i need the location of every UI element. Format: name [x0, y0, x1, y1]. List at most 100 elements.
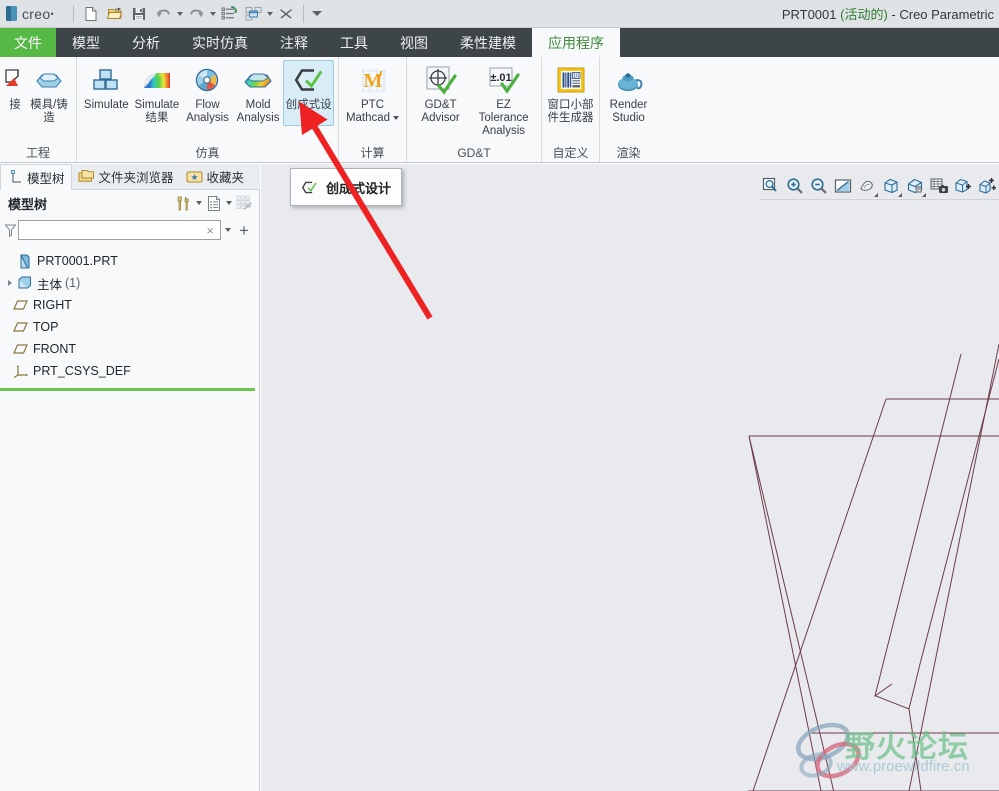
display-style-arrow-icon[interactable] — [898, 193, 902, 197]
tree-item-front[interactable]: FRONT — [0, 338, 259, 360]
customize-qat-icon[interactable] — [309, 3, 325, 25]
ribbon-group-calculation: M PTC Mathcad 计算 — [338, 57, 406, 162]
tree-item-top[interactable]: TOP — [0, 316, 259, 338]
body-icon — [16, 276, 34, 290]
model-tree-list: PRT0001.PRT 主体 (1) RIGHT TOP FRONT PRT_C… — [0, 244, 259, 391]
filter-dropdown-icon[interactable] — [221, 220, 235, 240]
graphics-toolbar-underline — [759, 199, 999, 200]
ribbon-item-gdt-advisor[interactable]: GD&T Advisor — [411, 60, 470, 125]
open-file-icon[interactable] — [104, 3, 126, 25]
graphics-toolbar — [759, 172, 999, 200]
view-manager-icon[interactable] — [927, 174, 951, 198]
zoom-out-icon[interactable] — [807, 174, 831, 198]
datum-plane-icon — [12, 299, 30, 311]
quick-access-toolbar — [79, 1, 325, 27]
ribbon-item-ez-tolerance[interactable]: ±.01 EZ Tolerance Analysis — [470, 60, 537, 138]
tab-flexible-modeling[interactable]: 柔性建模 — [444, 28, 532, 57]
mathcad-dropdown-icon[interactable] — [393, 115, 400, 120]
ribbon-item-ptc-mathcad[interactable]: M PTC Mathcad — [343, 60, 402, 125]
navtab-label-model-tree: 模型树 — [27, 171, 65, 186]
ribbon-item-weld[interactable]: 接 — [4, 60, 26, 112]
tooltip-text: 创成式设计 — [326, 180, 392, 196]
add-filter-button[interactable]: + — [235, 220, 253, 240]
tab-tools[interactable]: 工具 — [324, 28, 384, 57]
new-file-icon[interactable] — [80, 3, 102, 25]
redo-icon[interactable] — [185, 3, 207, 25]
favorites-icon — [186, 170, 203, 184]
weld-icon — [2, 63, 28, 97]
window-dropdown-icon[interactable] — [265, 3, 274, 25]
tab-analysis[interactable]: 分析 — [116, 28, 176, 57]
generative-design-icon — [301, 179, 318, 196]
ribbon-item-generative-design[interactable]: 创成式设计 — [283, 60, 334, 126]
tab-annotate[interactable]: 注释 — [264, 28, 324, 57]
undo-dropdown-icon[interactable] — [175, 3, 184, 25]
datum-display-arrow-icon[interactable] — [874, 193, 878, 197]
window-title-app: - Creo Parametric — [887, 7, 994, 22]
ribbon-label-render-studio: Render Studio — [609, 99, 648, 124]
datum-plane-icon — [12, 343, 30, 355]
ribbon-group-label-render: 渲染 — [616, 146, 641, 160]
svg-text:±.01: ±.01 — [490, 72, 511, 84]
save-icon[interactable] — [128, 3, 150, 25]
tree-display-dropdown-icon[interactable] — [223, 193, 234, 213]
ribbon-item-widget-generator[interactable]: 10 窗口小部件生成器 — [546, 60, 595, 125]
graphics-viewport[interactable]: 野火论坛 www.proewildfire.cn — [261, 164, 999, 791]
tree-item-count-body: (1) — [65, 276, 81, 290]
tree-settings-dropdown-icon[interactable] — [193, 193, 204, 213]
regenerate-icon[interactable] — [218, 3, 240, 25]
display-style-icon[interactable] — [879, 174, 903, 198]
tab-live-simulation[interactable]: 实时仿真 — [176, 28, 264, 57]
navtab-folder-browser[interactable]: 文件夹浏览器 — [72, 164, 180, 189]
ribbon-group-label-engineering: 工程 — [25, 146, 50, 160]
ribbon-group-label-simulation: 仿真 — [195, 146, 220, 160]
tab-model[interactable]: 模型 — [56, 28, 116, 57]
saved-orientations-arrow-icon[interactable] — [922, 193, 926, 197]
refit-icon[interactable] — [759, 174, 783, 198]
tree-settings-icon[interactable] — [175, 193, 193, 213]
qat-divider-1 — [73, 4, 74, 23]
tab-view[interactable]: 视图 — [384, 28, 444, 57]
ribbon-item-simulate[interactable]: Simulate — [81, 60, 132, 112]
ribbon-label-mold-cast: 模具/铸造 — [30, 99, 68, 124]
creo-logo-text: creo — [22, 5, 51, 22]
tree-display-icon[interactable] — [205, 193, 223, 213]
window-icon[interactable] — [242, 3, 264, 25]
flow-analysis-icon — [192, 63, 222, 97]
model-geometry — [748, 343, 999, 791]
datum-plane-icon — [12, 321, 30, 333]
ribbon-group-customize: 10 窗口小部件生成器 自定义 — [541, 57, 599, 162]
tree-item-part[interactable]: PRT0001.PRT — [0, 250, 259, 272]
ribbon-group-gdt: GD&T Advisor ±.01 EZ Tolerance Analysis … — [406, 57, 541, 162]
tab-file[interactable]: 文件 — [0, 28, 56, 57]
model-tree-search-input[interactable]: × — [18, 220, 221, 240]
close-window-icon[interactable] — [275, 3, 297, 25]
tab-applications[interactable]: 应用程序 — [532, 28, 620, 57]
ribbon-item-render-studio[interactable]: Render Studio — [604, 60, 653, 125]
creo-logo: creo • — [0, 6, 68, 22]
ribbon-item-flow-analysis[interactable]: Flow Analysis — [182, 60, 233, 125]
saved-orientations-icon[interactable] — [903, 174, 927, 198]
datum-display-icon[interactable] — [855, 174, 879, 198]
annotation-display-icon[interactable] — [951, 174, 975, 198]
tree-item-label-right: RIGHT — [33, 298, 72, 312]
ez-tolerance-icon: ±.01 — [487, 63, 521, 97]
tree-expander-body[interactable] — [4, 280, 16, 286]
ribbon-item-simulate-results[interactable]: Simulate 结果 — [132, 60, 183, 125]
tree-columns-icon — [235, 193, 253, 213]
part-icon — [16, 254, 34, 269]
tree-item-label-top: TOP — [33, 320, 59, 334]
tree-item-body[interactable]: 主体 (1) — [0, 272, 259, 294]
spin-center-icon[interactable] — [975, 174, 999, 198]
tree-item-csys[interactable]: PRT_CSYS_DEF — [0, 360, 259, 382]
clear-search-icon[interactable]: × — [204, 223, 216, 238]
repaint-icon[interactable] — [831, 174, 855, 198]
ribbon-item-mold-cast[interactable]: 模具/铸造 — [26, 60, 72, 125]
zoom-in-icon[interactable] — [783, 174, 807, 198]
navtab-favorites[interactable]: 收藏夹 — [180, 164, 251, 189]
ribbon-item-mold-analysis[interactable]: Mold Analysis — [233, 60, 284, 125]
tree-item-right[interactable]: RIGHT — [0, 294, 259, 316]
redo-dropdown-icon[interactable] — [208, 3, 217, 25]
undo-icon[interactable] — [152, 3, 174, 25]
navtab-model-tree[interactable]: 模型树 — [0, 164, 72, 190]
